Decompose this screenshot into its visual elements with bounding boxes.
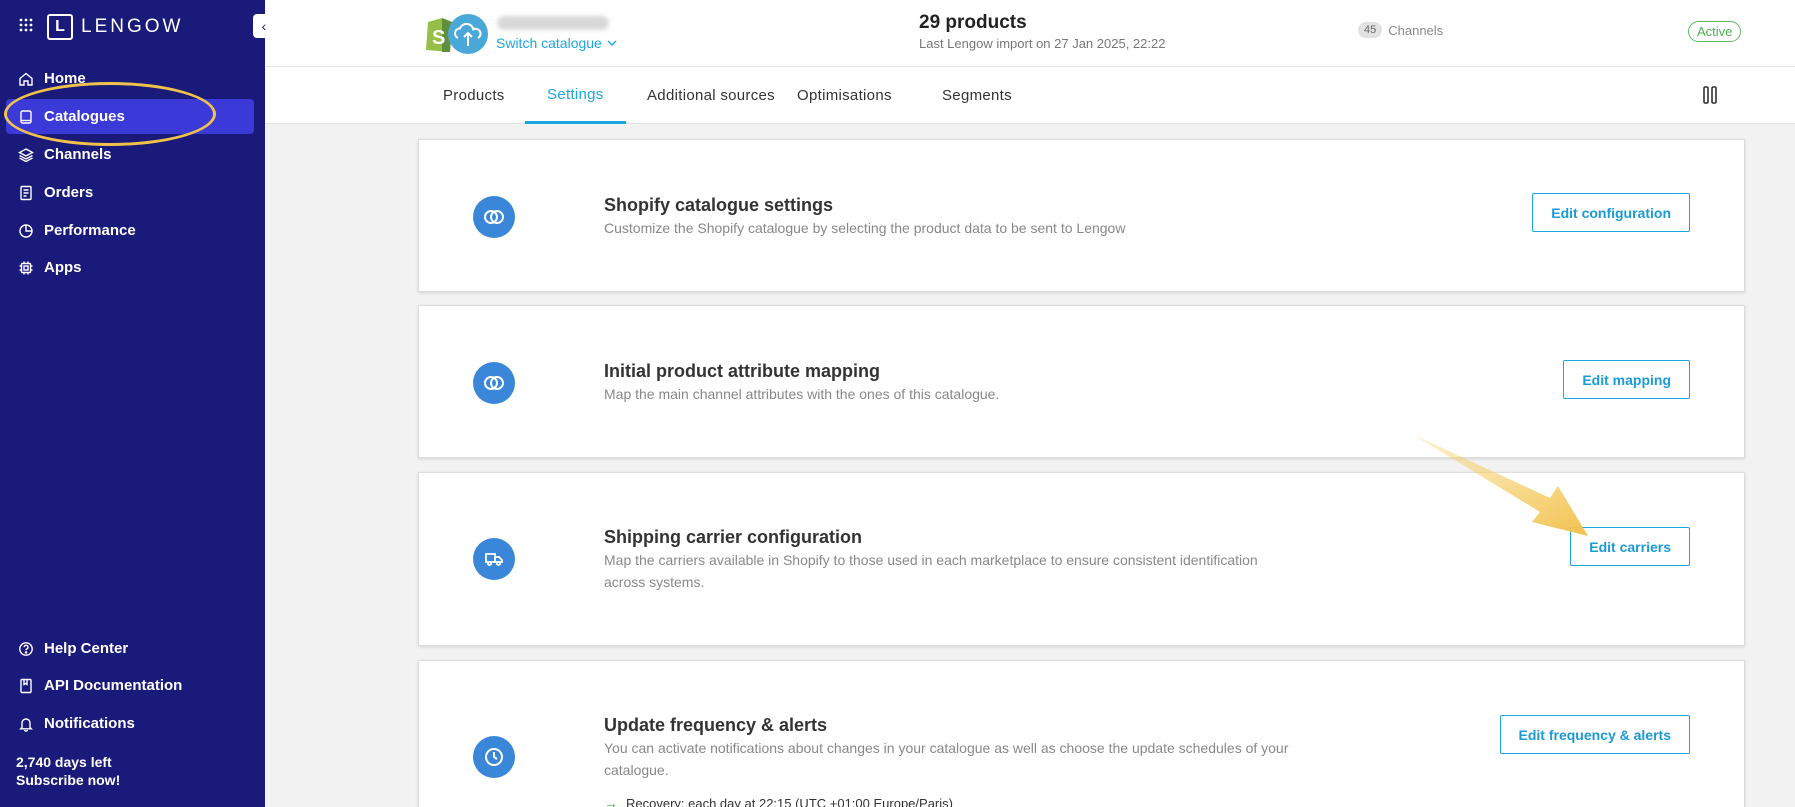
doc-icon [20,678,32,693]
lengow-logo[interactable]: L LENGOW [47,14,183,40]
product-count: 29 products [919,12,1027,33]
layers-icon [18,147,34,162]
sidebar-item-label: Home [44,70,86,87]
catalogue-name-blurred [497,16,609,30]
sidebar-item-home[interactable]: Home [6,61,254,96]
tab-settings[interactable]: Settings [525,67,626,124]
settings-card-frequency: Update frequency & alerts You can activa… [418,660,1745,807]
edit-frequency-alerts-button[interactable]: Edit frequency & alerts [1499,715,1690,754]
help-icon [19,641,33,656]
logo-mark: L [47,14,73,40]
card-description: Map the carriers available in Shopify to… [604,552,1258,590]
settings-card-mapping: Initial product attribute mapping Map th… [418,305,1745,458]
sidebar-item-performance[interactable]: Performance [6,213,254,248]
sidebar: L LENGOW Home Catalogues Channels Orders… [0,0,265,807]
clock-icon [485,748,503,766]
days-left-text: 2,740 days left [16,754,112,770]
edit-carriers-button[interactable]: Edit carriers [1570,527,1690,566]
receipt-icon [20,185,32,200]
card-description: Map the main channel attributes with the… [604,386,1000,402]
channels-label: Channels [1388,22,1444,38]
channels-count-badge: 45 [1358,22,1383,38]
rings-icon [484,376,504,390]
catalogue-logos[interactable]: S [422,12,492,56]
sidebar-item-label: Catalogues [44,108,125,125]
sidebar-item-label: API Documentation [44,677,183,694]
tab-segments[interactable]: Segments [920,67,1034,124]
catalogue-tabs: Products Settings Additional sources Opt… [265,67,1795,124]
tab-optimisations[interactable]: Optimisations [775,67,914,124]
cloud-upload-icon [448,14,488,54]
sidebar-item-label: Channels [44,146,112,163]
card-description: Customize the Shopify catalogue by selec… [604,220,1126,236]
card-icon [473,196,515,238]
tab-additional-sources[interactable]: Additional sources [625,67,797,124]
pause-icon[interactable] [1702,86,1718,104]
arrow-right-icon: → [604,795,618,807]
sidebar-item-label: Help Center [44,640,129,657]
sidebar-item-help-center[interactable]: Help Center [6,631,254,666]
recovery-schedule: → Recovery: each day at 22:15 (UTC +01:0… [604,795,953,807]
catalogue-header: S Switch catalogue 29 products Last Leng… [265,0,1795,67]
card-description: You can activate notifications about cha… [604,740,1289,778]
card-title: Shipping carrier configuration [604,527,863,547]
trial-info: 2,740 days left Subscribe now! [16,753,120,789]
sidebar-item-catalogues[interactable]: Catalogues [6,99,254,134]
card-icon [473,736,515,778]
sidebar-item-api-documentation[interactable]: API Documentation [6,668,254,703]
home-icon [19,72,33,86]
chevron-down-icon [607,40,617,46]
sidebar-item-label: Notifications [44,715,135,732]
pie-chart-icon [19,223,33,238]
switch-catalogue-label: Switch catalogue [496,35,602,51]
tab-products[interactable]: Products [421,67,527,124]
sidebar-item-label: Orders [44,184,94,201]
subscribe-link[interactable]: Subscribe now! [16,771,120,789]
card-title: Initial product attribute mapping [604,361,880,381]
recovery-text: Recovery: each day at 22:15 (UTC +01:00 … [626,795,953,807]
chevron-left-icon: ‹ [261,18,267,34]
sidebar-item-label: Performance [44,222,136,239]
apps-grid-icon[interactable] [19,18,33,32]
switch-catalogue-dropdown[interactable]: Switch catalogue [496,35,617,51]
sidebar-item-apps[interactable]: Apps [6,250,254,285]
status-badge: Active [1688,21,1742,42]
card-title: Shopify catalogue settings [604,195,834,215]
book-icon [20,109,32,124]
card-icon [473,362,515,404]
card-icon [473,538,515,580]
logo-text: LENGOW [81,16,184,37]
collapse-sidebar-button[interactable]: ‹ [253,14,275,38]
edit-configuration-button[interactable]: Edit configuration [1532,193,1690,232]
settings-card-shipping: Shipping carrier configuration Map the c… [418,472,1745,646]
sidebar-item-label: Apps [44,259,82,276]
bell-icon [19,717,33,732]
rings-icon [484,210,504,224]
sidebar-item-notifications[interactable]: Notifications [6,706,254,741]
svg-text:S: S [432,27,445,49]
chip-icon [19,261,33,274]
truck-icon [485,553,503,566]
edit-mapping-button[interactable]: Edit mapping [1563,360,1690,399]
sidebar-item-orders[interactable]: Orders [6,175,254,210]
channels-summary[interactable]: 45 Channels [1358,22,1443,38]
last-import-info: Last Lengow import on 27 Jan 2025, 22:22 [919,36,1166,51]
settings-card-catalogue: Shopify catalogue settings Customize the… [418,139,1745,292]
sidebar-item-channels[interactable]: Channels [6,137,254,172]
card-title: Update frequency & alerts [604,715,828,735]
